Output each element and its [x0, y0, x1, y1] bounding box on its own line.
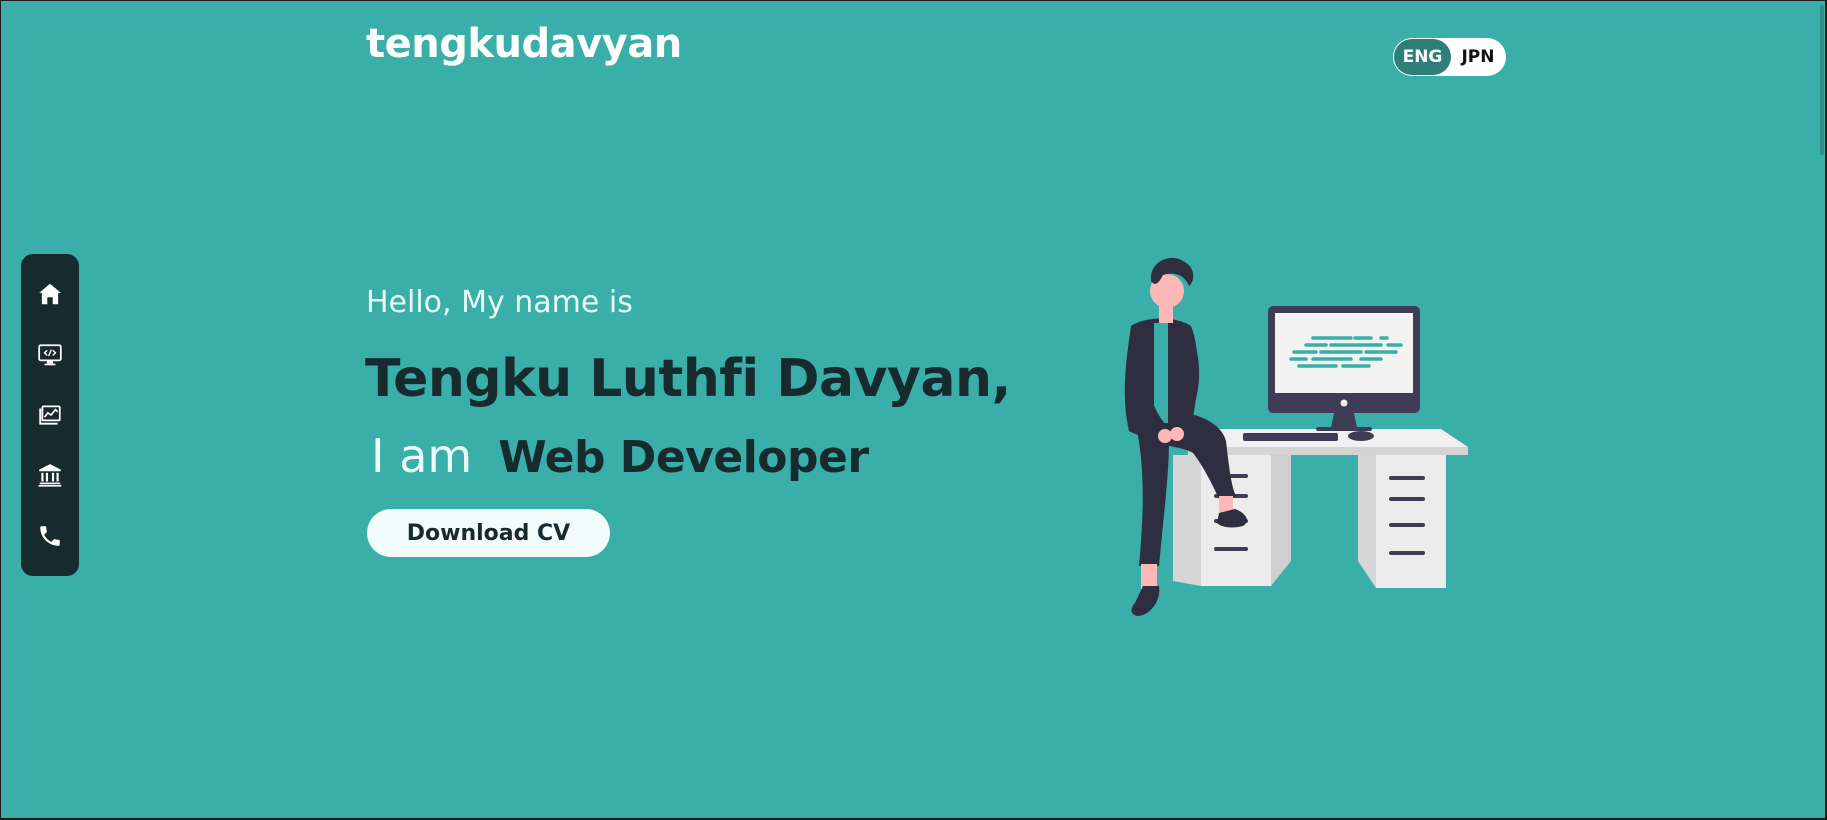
language-toggle[interactable]: ENG JPN [1393, 38, 1506, 76]
scrollbar-thumb[interactable] [1820, 5, 1824, 155]
scrollbar[interactable] [1819, 1, 1825, 818]
chart-icon [39, 405, 61, 425]
lang-option-eng[interactable]: ENG [1394, 39, 1451, 75]
page-viewport: tengkudavyan ENG JPN Hello, My name is T… [1, 1, 1825, 818]
nav-item-contact[interactable] [30, 516, 70, 556]
nav-item-education[interactable] [30, 455, 70, 495]
developer-desk-illustration [1124, 257, 1468, 616]
nav-item-portfolio[interactable] [30, 395, 70, 435]
role-prefix: I am [371, 429, 473, 483]
phone-icon [40, 526, 60, 546]
brand-logo[interactable]: tengkudavyan [366, 21, 682, 67]
nav-item-home[interactable] [30, 274, 70, 314]
download-cv-button[interactable]: Download CV [367, 509, 610, 557]
lang-option-jpn[interactable]: JPN [1451, 39, 1505, 75]
code-monitor-icon [38, 343, 62, 365]
hero-role: I am Web Developer [371, 429, 869, 483]
hero-greeting: Hello, My name is [366, 285, 633, 320]
home-icon [39, 283, 61, 305]
hero-name: Tengku Luthfi Davyan, [365, 349, 1011, 409]
role-value: Web Developer [498, 432, 869, 483]
side-nav [21, 254, 79, 576]
nav-item-skills[interactable] [30, 335, 70, 375]
bank-icon [38, 464, 62, 487]
